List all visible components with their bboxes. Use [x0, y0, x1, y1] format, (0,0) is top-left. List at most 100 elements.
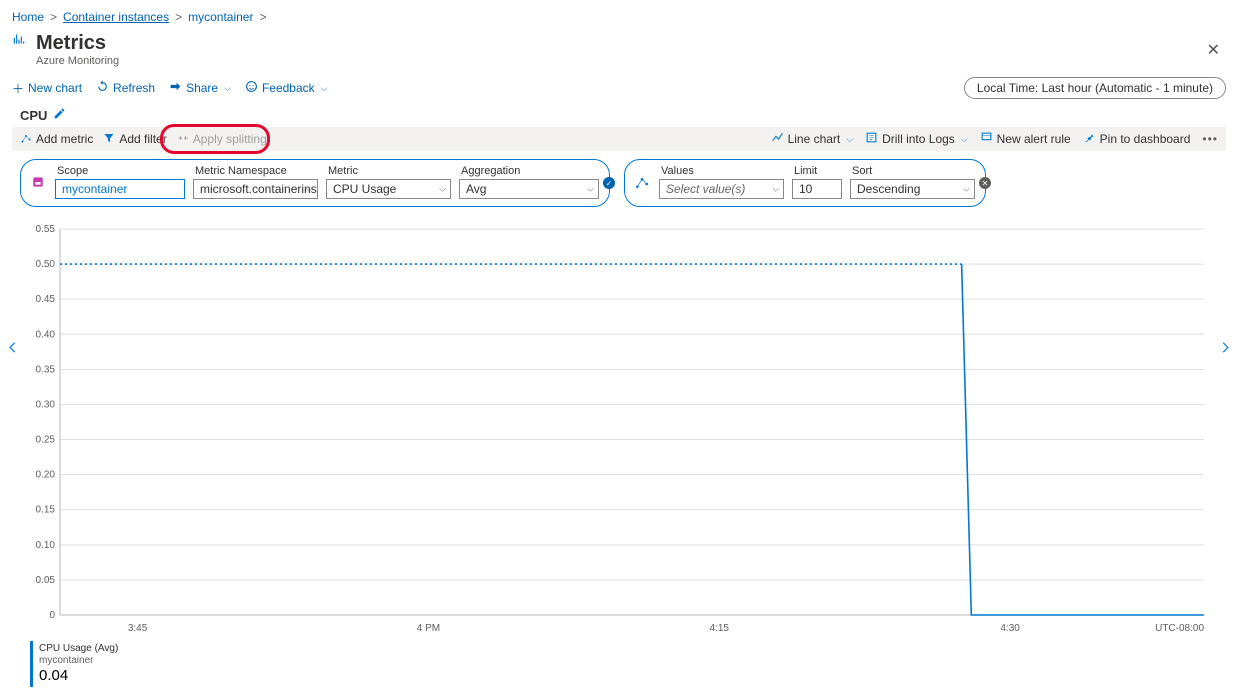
- prev-chart-button[interactable]: [2, 333, 24, 368]
- chevron-down-icon: ⌵: [846, 134, 853, 145]
- drill-into-logs-button[interactable]: Drill into Logs ⌵: [865, 131, 968, 147]
- time-range-selector[interactable]: Local Time: Last hour (Automatic - 1 min…: [964, 77, 1226, 99]
- svg-text:0.10: 0.10: [36, 540, 56, 551]
- chevron-down-icon: ⌵: [963, 184, 970, 195]
- edit-title-button[interactable]: [53, 107, 66, 123]
- chevron-down-icon: ⌵: [772, 184, 779, 195]
- metric-value: CPU Usage: [333, 182, 396, 196]
- legend-current-value: 0.04: [39, 667, 118, 685]
- sort-select[interactable]: Descending ⌵: [850, 179, 975, 199]
- legend-resource-name: mycontainer: [39, 655, 118, 667]
- pin-to-dashboard-button[interactable]: Pin to dashboard: [1083, 131, 1191, 147]
- alert-icon: [980, 131, 993, 147]
- svg-text:0.15: 0.15: [36, 505, 56, 516]
- page-header: Metrics Azure Monitoring ✕: [0, 28, 1238, 69]
- chart-title-row: CPU: [0, 105, 1238, 127]
- drill-into-logs-label: Drill into Logs: [882, 132, 955, 146]
- line-chart-icon: [771, 131, 784, 147]
- metric-label: Metric: [326, 165, 451, 177]
- values-select[interactable]: Select value(s) ⌵: [659, 179, 784, 199]
- scope-input[interactable]: mycontainer: [55, 179, 185, 199]
- split-settings-icon: [633, 174, 651, 190]
- svg-text:UTC-08:00: UTC-08:00: [1155, 623, 1204, 634]
- values-value: Select value(s): [666, 182, 745, 196]
- chevron-down-icon: ⌵: [321, 83, 328, 94]
- chevron-down-icon: ⌵: [224, 83, 231, 94]
- remove-split-badge[interactable]: ✕: [979, 177, 991, 189]
- split-icon: [177, 132, 189, 147]
- ellipsis-icon: •••: [1202, 132, 1218, 146]
- metric-select[interactable]: CPU Usage ⌵: [326, 179, 451, 199]
- svg-text:0.05: 0.05: [36, 575, 56, 586]
- metric-namespace-select[interactable]: microsoft.containerinst... ⌵: [193, 179, 318, 199]
- new-chart-button[interactable]: ＋ New chart: [12, 80, 82, 97]
- chevron-right-icon: [1218, 337, 1232, 359]
- metric-namespace-label: Metric Namespace: [193, 165, 318, 177]
- new-alert-rule-button[interactable]: New alert rule: [980, 131, 1071, 147]
- breadcrumb-separator-icon: >: [175, 10, 182, 24]
- filter-icon: [103, 132, 115, 147]
- sort-value: Descending: [857, 182, 920, 196]
- refresh-button[interactable]: Refresh: [96, 80, 155, 96]
- chart-toolbar: Add metric Add filter Apply splitting Li…: [12, 127, 1226, 151]
- svg-text:0.45: 0.45: [36, 294, 56, 305]
- metric-config-row: Scope mycontainer Metric Namespace micro…: [0, 151, 1238, 211]
- add-metric-label: Add metric: [36, 132, 93, 146]
- svg-text:3:45: 3:45: [128, 623, 148, 634]
- breadcrumb-link-home[interactable]: Home: [12, 10, 44, 24]
- chevron-down-icon: ⌵: [587, 184, 594, 195]
- breadcrumb-separator-icon: >: [259, 10, 266, 24]
- new-alert-rule-label: New alert rule: [997, 132, 1071, 146]
- sort-label: Sort: [850, 165, 975, 177]
- metric-config-pill: Scope mycontainer Metric Namespace micro…: [20, 159, 610, 207]
- more-options-button[interactable]: •••: [1202, 132, 1218, 146]
- close-panel-button[interactable]: ✕: [1201, 34, 1226, 66]
- share-button[interactable]: Share ⌵: [169, 80, 231, 96]
- aggregation-value: Avg: [466, 182, 486, 196]
- add-filter-button[interactable]: Add filter: [103, 132, 166, 147]
- chevron-left-icon: [6, 337, 20, 359]
- feedback-label: Feedback: [262, 81, 315, 95]
- svg-text:0.20: 0.20: [36, 470, 56, 481]
- svg-text:4 PM: 4 PM: [417, 623, 440, 634]
- aggregation-select[interactable]: Avg ⌵: [459, 179, 599, 199]
- top-toolbar: ＋ New chart Refresh Share ⌵ Feedback ⌵ L…: [0, 69, 1238, 105]
- svg-text:0.30: 0.30: [36, 399, 56, 410]
- line-chart[interactable]: 00.050.100.150.200.250.300.350.400.450.5…: [30, 225, 1210, 635]
- pencil-icon: [53, 107, 66, 120]
- chart-title: CPU: [20, 108, 47, 123]
- aggregation-label: Aggregation: [459, 165, 599, 177]
- svg-text:0.55: 0.55: [36, 225, 56, 235]
- pin-to-dashboard-label: Pin to dashboard: [1100, 132, 1191, 146]
- legend-series-name: CPU Usage (Avg): [39, 643, 118, 655]
- breadcrumb: Home > Container instances > mycontainer…: [0, 0, 1238, 28]
- refresh-label: Refresh: [113, 81, 155, 95]
- apply-splitting-label: Apply splitting: [193, 132, 267, 146]
- chevron-down-icon: ⌵: [306, 184, 313, 195]
- breadcrumb-link-mycontainer[interactable]: mycontainer: [188, 10, 253, 24]
- add-metric-icon: [20, 132, 32, 147]
- resource-icon: [29, 174, 47, 190]
- share-icon: [169, 80, 182, 96]
- drill-logs-icon: [865, 131, 878, 147]
- metrics-icon: [12, 32, 26, 49]
- chart-container: 00.050.100.150.200.250.300.350.400.450.5…: [30, 225, 1218, 635]
- add-metric-button[interactable]: Add metric: [20, 132, 93, 147]
- svg-text:0.25: 0.25: [36, 435, 56, 446]
- apply-splitting-button[interactable]: Apply splitting: [177, 132, 267, 147]
- breadcrumb-separator-icon: >: [50, 10, 57, 24]
- share-label: Share: [186, 81, 218, 95]
- page-subtitle: Azure Monitoring: [36, 55, 119, 67]
- limit-input[interactable]: 10: [792, 179, 842, 199]
- feedback-button[interactable]: Feedback ⌵: [245, 80, 328, 96]
- page-title: Metrics: [36, 32, 119, 55]
- chart-type-button[interactable]: Line chart ⌵: [771, 131, 854, 147]
- values-label: Values: [659, 165, 784, 177]
- svg-text:0.40: 0.40: [36, 329, 56, 340]
- add-filter-label: Add filter: [119, 132, 166, 146]
- plus-icon: ＋: [12, 80, 24, 97]
- breadcrumb-link-container-instances[interactable]: Container instances: [63, 10, 169, 24]
- metric-namespace-value: microsoft.containerinst...: [200, 182, 318, 196]
- confirm-badge[interactable]: ✓: [603, 177, 615, 189]
- legend-card[interactable]: CPU Usage (Avg) mycontainer 0.04: [30, 641, 124, 687]
